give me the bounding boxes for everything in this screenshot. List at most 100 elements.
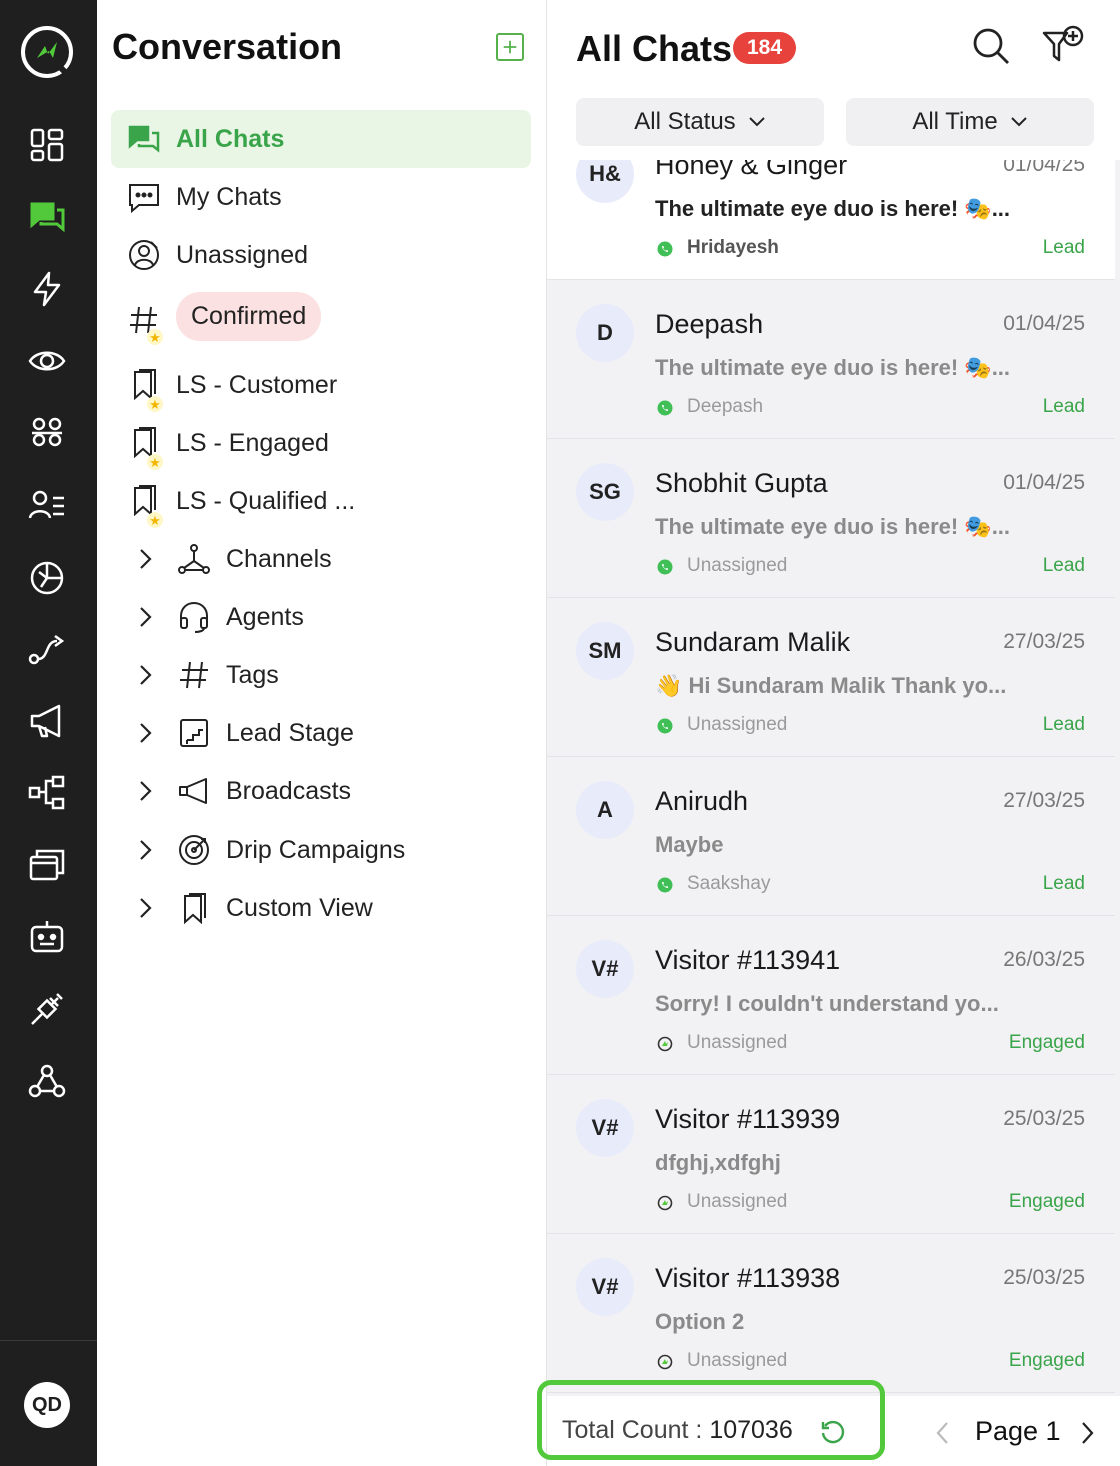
chevron-right-icon [140, 898, 152, 918]
rail-divider [0, 1340, 97, 1341]
sidebar-group-agents[interactable]: Agents [127, 592, 527, 642]
sidebar-item-ls-customer[interactable]: ★ LS - Customer [111, 356, 531, 414]
dashboard-icon[interactable] [26, 124, 68, 166]
status-filter-dropdown[interactable]: All Status [576, 98, 824, 146]
assigned-agent: Unassigned [687, 1032, 788, 1053]
chat-date: 01/04/25 [1003, 471, 1085, 494]
integrations-icon[interactable] [26, 988, 68, 1030]
sidebar-group-broadcasts[interactable]: Broadcasts [127, 766, 527, 816]
chat-item[interactable]: V# Visitor #113939 25/03/25 dfghj,xdfghj… [547, 1076, 1115, 1234]
contact-name: Sundaram Malik [655, 627, 851, 657]
chat-item[interactable]: SM Sundaram Malik 27/03/25 👋 Hi Sundaram… [547, 599, 1115, 757]
web-chat-icon [657, 1036, 673, 1052]
contact-avatar: V# [576, 940, 634, 998]
sidebar-item-ls-engaged[interactable]: ★ LS - Engaged [111, 414, 531, 472]
target-icon [179, 835, 209, 865]
conversation-sidebar: Conversation All Chats My Chats Unassign… [97, 0, 547, 1466]
headset-icon [180, 601, 208, 633]
last-message: The ultimate eye duo is here! 🎭... [655, 355, 1011, 380]
chevron-right-icon [140, 607, 152, 627]
eye-icon[interactable] [26, 340, 68, 382]
refresh-icon[interactable] [819, 1418, 847, 1446]
chevron-right-icon[interactable] [1079, 1420, 1095, 1446]
time-filter-dropdown[interactable]: All Time [846, 98, 1094, 146]
contact-avatar: A [576, 781, 634, 839]
templates-icon[interactable] [26, 844, 68, 886]
conversation-icon[interactable] [26, 196, 68, 238]
chat-item[interactable]: D Deepash 01/04/25 The ultimate eye duo … [547, 281, 1115, 439]
assigned-agent: Unassigned [687, 1191, 788, 1212]
search-icon[interactable] [971, 26, 1011, 66]
sidebar-item-all-chats[interactable]: All Chats [111, 110, 531, 168]
web-chat-icon [657, 1195, 673, 1211]
group-label: Drip Campaigns [226, 835, 406, 864]
sidebar-item-label: All Chats [176, 124, 285, 153]
sidebar-group-channels[interactable]: Channels [127, 534, 527, 584]
last-message: Sorry! I couldn't understand yo... [655, 991, 999, 1016]
plus-icon [503, 40, 517, 54]
group-label: Broadcasts [226, 776, 352, 805]
chat-item[interactable]: H& Honey & Ginger 01/04/25 The ultimate … [547, 160, 1115, 280]
chat-list: H& Honey & Ginger 01/04/25 The ultimate … [547, 160, 1120, 1396]
contact-name: Visitor #113938 [655, 1263, 841, 1293]
whatsapp-icon [657, 877, 673, 893]
last-message: Maybe [655, 832, 724, 857]
contact-avatar: D [576, 304, 634, 362]
user-list-icon[interactable] [26, 484, 68, 526]
page-indicator: Page 1 [975, 1416, 1061, 1446]
chevron-left-icon[interactable] [935, 1420, 951, 1446]
flow-icon[interactable] [26, 628, 68, 670]
broadcast-icon[interactable] [26, 700, 68, 742]
chat-item[interactable]: V# Visitor #113938 25/03/25 Option 2 Una… [547, 1235, 1115, 1393]
sidebar-title: Conversation [112, 26, 343, 67]
star-icon: ★ [147, 329, 163, 345]
user-avatar[interactable]: QD [24, 1382, 70, 1428]
contact-name: Visitor #113939 [655, 1104, 841, 1134]
sidebar-group-lead-stage[interactable]: Lead Stage [127, 708, 527, 758]
chevron-right-icon [140, 723, 152, 743]
assigned-agent: Saakshay [687, 873, 771, 894]
sidebar-item-label: LS - Customer [176, 370, 338, 399]
last-message: The ultimate eye duo is here! 🎭... [655, 514, 1011, 539]
lightning-icon[interactable] [26, 268, 68, 310]
chat-item[interactable]: SG Shobhit Gupta 01/04/25 The ultimate e… [547, 440, 1115, 598]
chats-icon [128, 125, 160, 153]
add-view-button[interactable] [496, 33, 524, 61]
chat-list-header: All Chats 184 All Status All Time [547, 0, 1120, 160]
bot-icon[interactable] [26, 916, 68, 958]
whatsapp-icon [657, 718, 673, 734]
whatsapp-icon [657, 559, 673, 575]
chat-date: 25/03/25 [1003, 1107, 1085, 1130]
total-count: Total Count : 107036 [562, 1416, 793, 1445]
sidebar-item-my-chats[interactable]: My Chats [111, 168, 531, 226]
webhook-icon[interactable] [26, 1060, 68, 1102]
chevron-right-icon [140, 549, 152, 569]
assigned-agent: Unassigned [687, 1350, 788, 1371]
group-label: Lead Stage [226, 718, 354, 747]
chevron-down-icon [1010, 117, 1027, 127]
sidebar-item-unassigned[interactable]: Unassigned [111, 226, 531, 284]
analytics-icon[interactable] [26, 556, 68, 598]
group-label: Tags [226, 660, 279, 689]
chat-item[interactable]: V# Visitor #113941 26/03/25 Sorry! I cou… [547, 917, 1115, 1075]
sidebar-group-custom-view[interactable]: Custom View [127, 883, 527, 933]
contacts-icon[interactable] [26, 412, 68, 454]
filter-add-icon[interactable] [1041, 24, 1085, 68]
lead-stage-label: Engaged [1008, 1350, 1085, 1371]
chat-item[interactable]: A Anirudh 27/03/25 Maybe Saakshay Lead [547, 758, 1115, 916]
group-label: Custom View [226, 893, 373, 922]
sidebar-group-drip-campaigns[interactable]: Drip Campaigns [127, 825, 527, 875]
hash-icon [180, 661, 208, 689]
app-logo-icon[interactable] [19, 24, 75, 80]
sidebar-item-confirmed[interactable]: ★ Confirmed [111, 291, 531, 349]
sidebar-item-ls-qualified[interactable]: ★ LS - Qualified ... [111, 472, 531, 530]
contact-name: Shobhit Gupta [655, 468, 828, 498]
sidebar-item-label: LS - Qualified ... [176, 486, 356, 515]
sidebar-group-tags[interactable]: Tags [127, 650, 527, 700]
group-label: Agents [226, 602, 304, 631]
contact-avatar: V# [576, 1258, 634, 1316]
total-count-value: 107036 [709, 1416, 793, 1444]
chevron-down-icon [748, 117, 765, 127]
lead-stage-label: Engaged [1008, 1191, 1085, 1212]
workflow-icon[interactable] [26, 772, 68, 814]
